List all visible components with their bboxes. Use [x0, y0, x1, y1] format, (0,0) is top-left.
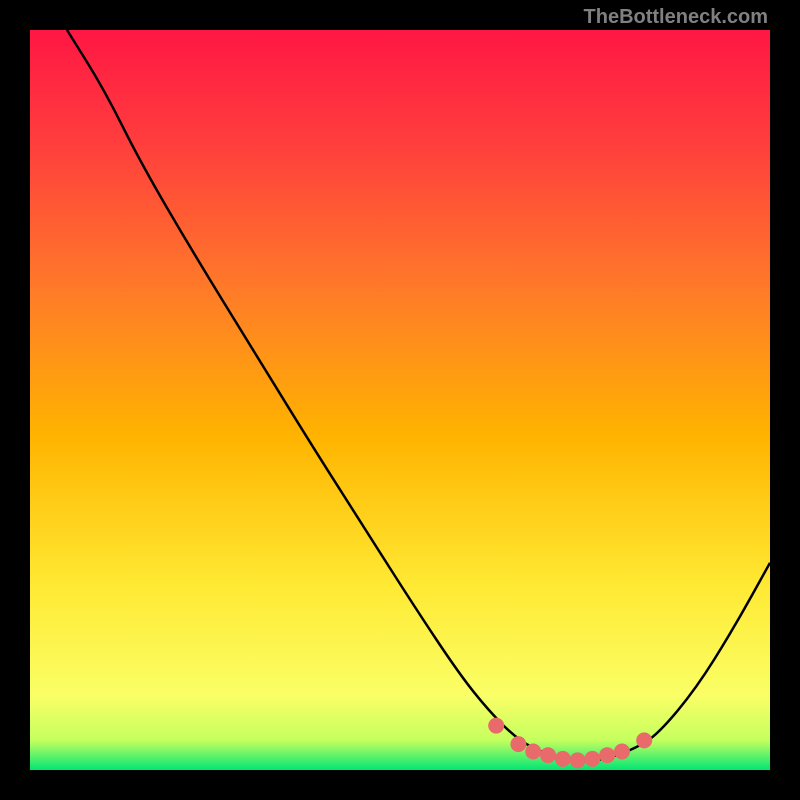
attribution-text: TheBottleneck.com [584, 6, 768, 29]
data-marker [636, 732, 652, 748]
data-marker [570, 752, 586, 768]
chart-svg [30, 30, 770, 770]
data-marker [599, 747, 615, 763]
data-marker [540, 747, 556, 763]
gradient-background [30, 30, 770, 770]
plot-area [30, 30, 770, 770]
data-marker [510, 736, 526, 752]
data-marker [488, 718, 504, 734]
chart-container: TheBottleneck.com [0, 0, 800, 800]
data-marker [555, 751, 571, 767]
data-marker [525, 744, 541, 760]
data-marker [614, 744, 630, 760]
data-marker [584, 751, 600, 767]
